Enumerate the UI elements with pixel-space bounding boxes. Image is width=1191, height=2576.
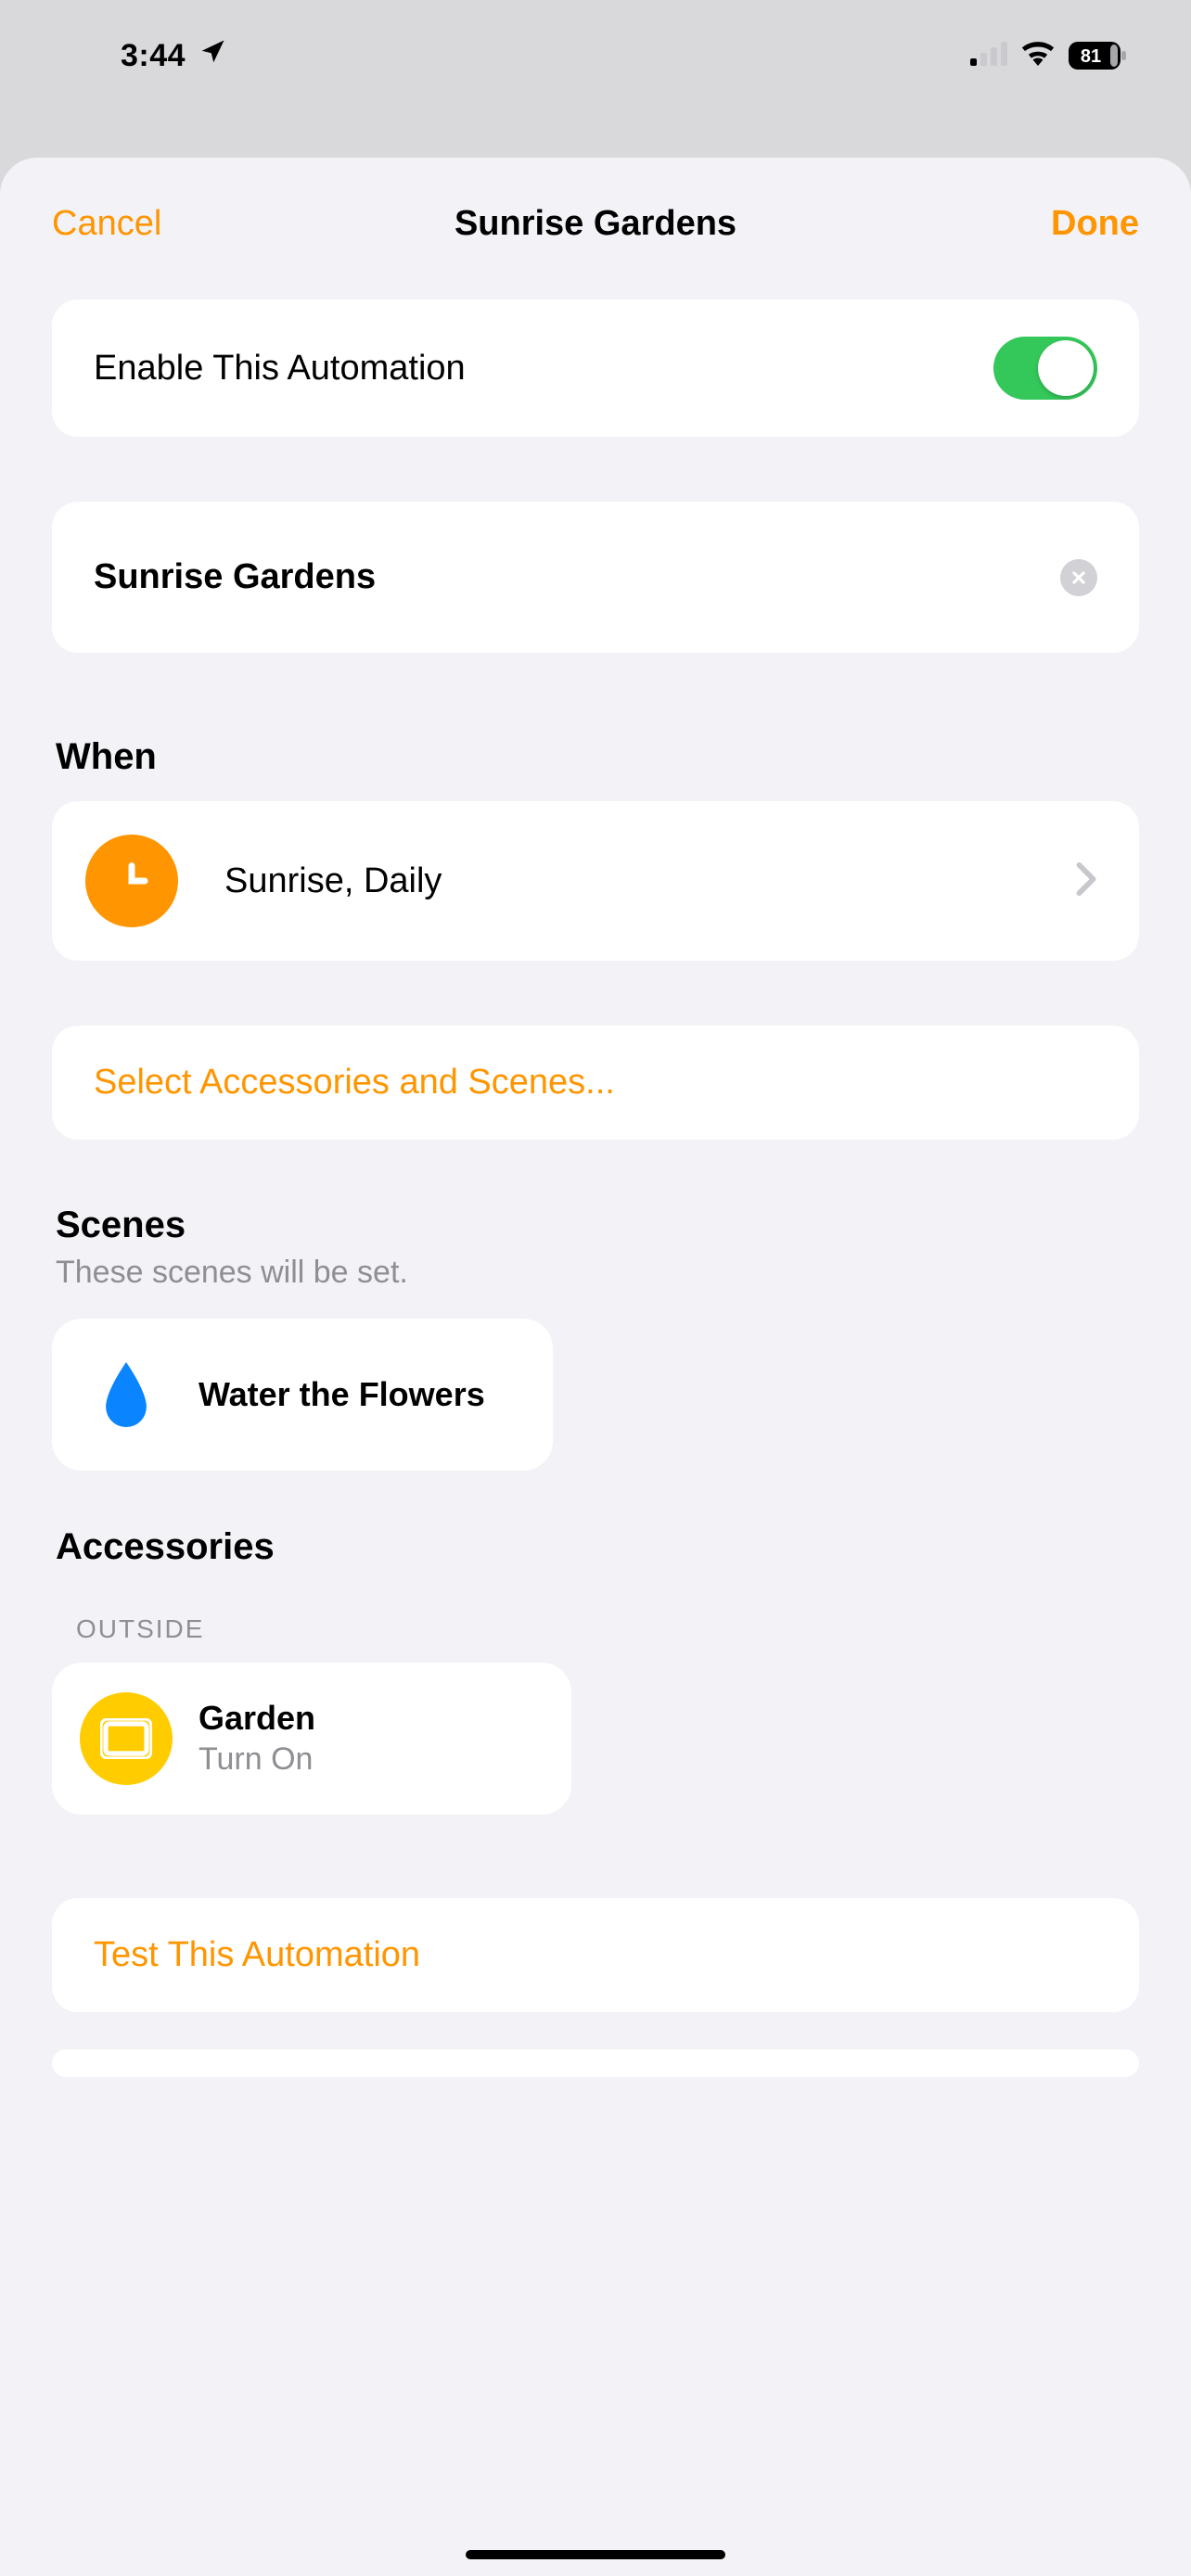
automation-name: Sunrise Gardens: [94, 557, 1060, 597]
automation-sheet: Cancel Sunrise Gardens Done Enable This …: [0, 158, 1191, 2576]
clear-name-button[interactable]: [1060, 559, 1097, 596]
clock-icon: [85, 835, 178, 927]
scenes-subtitle: These scenes will be set.: [56, 1255, 1139, 1291]
svg-text:81: 81: [1081, 46, 1101, 67]
enable-toggle[interactable]: [993, 337, 1097, 400]
scene-tile[interactable]: Water the Flowers: [52, 1319, 553, 1471]
status-time: 3:44: [121, 38, 186, 74]
status-right: 81: [970, 38, 1126, 74]
enable-label: Enable This Automation: [94, 349, 993, 389]
status-left: 3:44: [121, 38, 226, 74]
room-label: OUTSIDE: [76, 1614, 1139, 1644]
sheet-title: Sunrise Gardens: [191, 204, 1000, 244]
home-indicator: [466, 2550, 725, 2559]
sheet-header: Cancel Sunrise Gardens Done: [0, 158, 1191, 300]
scenes-grid: Water the Flowers: [52, 1319, 1139, 1471]
when-section-title: When: [56, 736, 1139, 778]
test-automation-button[interactable]: Test This Automation: [52, 1898, 1139, 2012]
accessories-grid: Garden Turn On: [52, 1663, 1139, 1815]
when-schedule: Sunrise, Daily: [224, 861, 1075, 901]
name-row[interactable]: Sunrise Gardens: [52, 502, 1139, 653]
select-accessories-button[interactable]: Select Accessories and Scenes...: [52, 1026, 1139, 1140]
accessory-name: Garden: [198, 1698, 544, 1738]
scene-tile-text: Water the Flowers: [198, 1374, 525, 1414]
accessory-tile[interactable]: Garden Turn On: [52, 1663, 571, 1815]
water-drop-icon: [80, 1348, 173, 1441]
accessory-tile-text: Garden Turn On: [198, 1698, 544, 1779]
enable-row[interactable]: Enable This Automation: [52, 300, 1139, 437]
when-card: Sunrise, Daily: [52, 801, 1139, 961]
select-card: Select Accessories and Scenes...: [52, 1026, 1139, 1140]
scene-name: Water the Flowers: [198, 1374, 525, 1414]
accessory-state: Turn On: [198, 1739, 544, 1779]
accessories-section-title: Accessories: [56, 1526, 1139, 1568]
sprinkler-icon: [80, 1692, 173, 1785]
close-icon: [1070, 569, 1087, 586]
battery-icon: 81: [1069, 42, 1126, 70]
next-card-peek: [52, 2049, 1139, 2077]
location-icon: [198, 38, 226, 74]
chevron-right-icon: [1075, 861, 1097, 901]
scenes-section-title: Scenes: [56, 1205, 1139, 1246]
enable-card: Enable This Automation: [52, 300, 1139, 437]
wifi-icon: [1020, 38, 1056, 74]
done-button[interactable]: Done: [1000, 204, 1139, 244]
cellular-icon: [970, 38, 1007, 74]
name-card: Sunrise Gardens: [52, 502, 1139, 653]
when-row[interactable]: Sunrise, Daily: [52, 801, 1139, 961]
status-bar: 3:44 81: [0, 0, 1191, 111]
test-card: Test This Automation: [52, 1898, 1139, 2012]
cancel-button[interactable]: Cancel: [52, 204, 191, 244]
